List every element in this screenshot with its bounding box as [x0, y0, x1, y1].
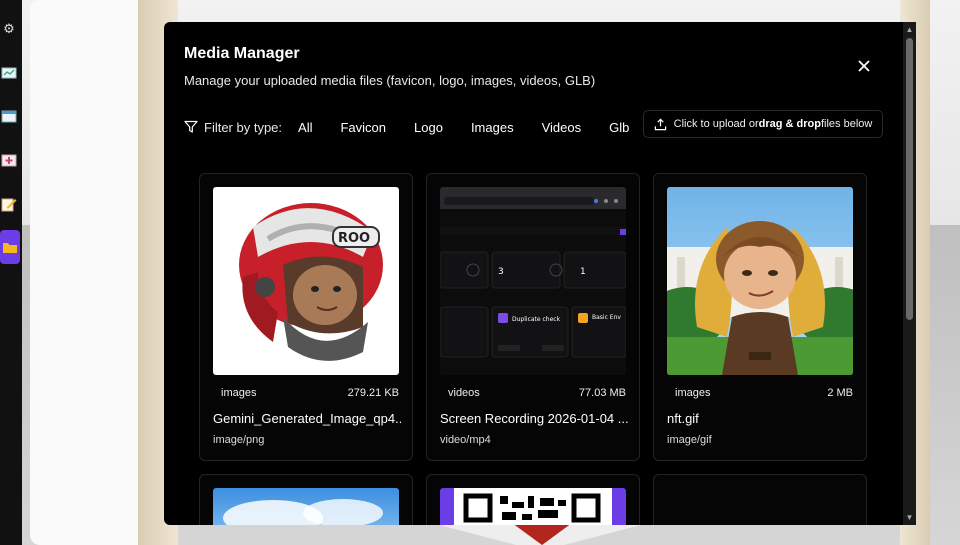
folder-icon[interactable] — [0, 230, 20, 264]
svg-text:ROO: ROO — [338, 231, 370, 246]
media-card[interactable] — [426, 474, 640, 525]
calendar-tool-icon[interactable] — [0, 107, 18, 125]
left-toolbar: ⚙ — [0, 0, 22, 545]
add-media-icon[interactable] — [0, 151, 18, 169]
edit-note-icon[interactable] — [0, 195, 18, 213]
media-type: images — [221, 387, 257, 399]
media-size: 279.21 KB — [347, 387, 399, 399]
media-card[interactable]: images 2 MB nft.gif image/gif — [653, 173, 867, 461]
media-manager-modal: Media Manager Manage your uploaded media… — [164, 22, 916, 525]
upload-text-prefix: Click to upload or — [673, 118, 759, 130]
modal-scrollbar[interactable]: ▲ ▼ — [903, 22, 916, 525]
filter-bar: Filter by type: All Favicon Logo Images … — [184, 116, 629, 138]
filter-icon — [184, 120, 198, 133]
scrollbar-thumb[interactable] — [906, 38, 913, 320]
video-thumb-card-a: Duplicate check — [512, 316, 561, 323]
filter-logo[interactable]: Logo — [414, 120, 443, 135]
filter-glb[interactable]: Glb — [609, 120, 629, 135]
media-filename: nft.gif — [667, 411, 699, 426]
media-size: 77.03 MB — [578, 387, 626, 399]
upload-button[interactable]: Click to upload or drag & drop files bel… — [643, 110, 883, 138]
media-size: 2 MB — [827, 387, 853, 399]
media-filename: Screen Recording 2026-01-04 ... — [440, 411, 628, 426]
filter-label: Filter by type: — [204, 119, 283, 135]
scroll-up-icon[interactable]: ▲ — [905, 25, 914, 34]
close-icon — [858, 60, 870, 72]
media-type: images — [675, 387, 711, 399]
media-mime: image/gif — [667, 434, 712, 446]
upload-icon — [654, 118, 666, 130]
media-thumbnail-winged-character — [667, 187, 853, 375]
media-thumbnail-helmet-avatar: ROO — [213, 187, 399, 375]
filter-images[interactable]: Images — [471, 120, 514, 135]
media-card[interactable]: 3 1 Duplicate check Basic Env videos 77.… — [426, 173, 640, 461]
media-mime: image/png — [213, 434, 265, 446]
media-card[interactable]: ROO images 279.21 KB Gemini_Generated_Im… — [199, 173, 413, 461]
filter-all[interactable]: All — [298, 120, 312, 135]
scroll-down-icon[interactable]: ▼ — [905, 513, 914, 522]
media-thumbnail-sky — [213, 488, 399, 525]
video-thumb-card-b: Basic Env — [592, 314, 621, 321]
modal-subtitle: Manage your uploaded media files (favico… — [184, 73, 596, 88]
video-thumb-stat-a: 3 — [498, 267, 504, 277]
settings-icon[interactable]: ⚙ — [0, 20, 18, 38]
media-card[interactable] — [653, 474, 867, 525]
filter-videos[interactable]: Videos — [542, 120, 582, 135]
video-thumb-stat-b: 1 — [580, 267, 586, 277]
upload-text-suffix: files below — [820, 118, 873, 130]
media-thumbnail-qr-code — [440, 488, 626, 525]
media-type: videos — [448, 387, 480, 399]
media-mime: video/mp4 — [440, 434, 491, 446]
media-filename: Gemini_Generated_Image_qp4... — [213, 411, 401, 426]
side-panel — [30, 0, 138, 545]
media-card[interactable] — [199, 474, 413, 525]
chart-tool-icon[interactable] — [0, 64, 18, 82]
media-thumbnail-dashboard-screenshot: 3 1 Duplicate check Basic Env — [440, 187, 626, 375]
upload-text-bold: drag & drop — [758, 118, 821, 130]
modal-title: Media Manager — [184, 45, 300, 62]
filter-favicon[interactable]: Favicon — [340, 120, 386, 135]
close-button[interactable] — [854, 56, 874, 76]
